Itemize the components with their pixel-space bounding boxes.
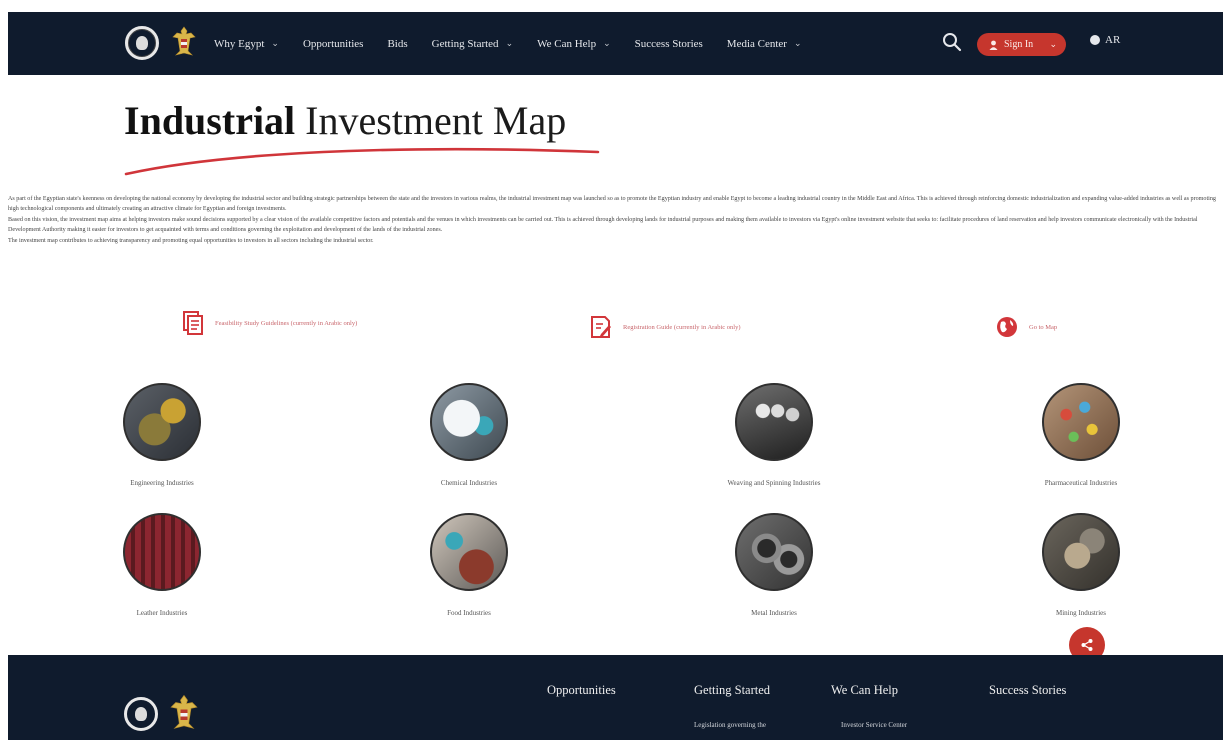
egypt-eagle-emblem-icon	[170, 694, 198, 729]
footer-link-legislation[interactable]: Legislation governing the	[694, 721, 766, 729]
category-label: Chemical Industries	[440, 479, 498, 487]
feasibility-guide-link[interactable]: Feasibility Study Guidelines (currently …	[181, 310, 391, 336]
engineering-industries-image	[123, 383, 201, 461]
category-label: Food Industries	[447, 609, 491, 617]
egypt-eagle-emblem-icon	[172, 26, 196, 56]
gafi-logo-icon	[124, 697, 158, 731]
nav-why-egypt[interactable]: Why Egypt ⌄	[214, 38, 279, 50]
chevron-down-icon: ⌄	[271, 38, 279, 48]
pharmaceutical-industries-image	[1042, 383, 1120, 461]
sign-in-label: Sign In	[1004, 39, 1034, 50]
nav-label: Bids	[387, 37, 408, 50]
chevron-down-icon: ⌄	[505, 38, 514, 48]
intro-paragraph: Based on this vision, the investment map…	[8, 216, 1198, 234]
footer-link-investor-service-center[interactable]: Investor Service Center	[841, 721, 907, 729]
main-navigation: Why Egypt ⌄ Opportunities Bids Getting St…	[214, 12, 826, 75]
globe-icon	[997, 317, 1017, 337]
nav-label: Opportunities	[302, 37, 364, 50]
top-nav-bar: Why Egypt ⌄ Opportunities Bids Getting St…	[8, 12, 1223, 75]
category-mining[interactable]: Mining Industries	[981, 513, 1181, 617]
search-icon[interactable]	[942, 32, 962, 52]
resource-links: Feasibility Study Guidelines (currently …	[0, 308, 1223, 348]
nav-media-center[interactable]: Media Center ⌄	[727, 38, 802, 50]
chemical-industries-image	[430, 383, 508, 461]
gafi-logo-icon[interactable]	[125, 26, 159, 60]
metal-industries-image	[735, 513, 813, 591]
category-leather[interactable]: Leather Industries	[62, 513, 262, 617]
chevron-down-icon: ⌄	[1049, 39, 1057, 49]
registration-guide-link[interactable]: Registration Guide (currently in Arabic …	[589, 314, 741, 340]
category-weaving[interactable]: Weaving and Spinning Industries	[674, 383, 874, 487]
category-label: Weaving and Spinning Industries	[727, 479, 821, 487]
category-label: Metal Industries	[751, 609, 797, 617]
nav-label: We Can Help	[537, 37, 597, 50]
share-icon	[1081, 639, 1093, 651]
page-title-bold: Industrial	[124, 98, 296, 143]
nav-label: Why Egypt	[214, 37, 265, 50]
link-label: Go to Map	[1029, 323, 1058, 331]
link-label: Registration Guide (currently in Arabic …	[623, 323, 741, 331]
nav-label: Success Stories	[634, 37, 703, 50]
go-to-map-link[interactable]: Go to Map	[995, 314, 1057, 340]
category-label: Leather Industries	[136, 609, 188, 617]
weaving-spinning-industries-image	[735, 383, 813, 461]
title-underline-decoration	[124, 147, 600, 176]
intro-paragraph: The investment map contributes to achiev…	[8, 237, 374, 244]
edit-document-icon	[591, 316, 611, 338]
food-industries-image	[430, 513, 508, 591]
footer-heading-we-can-help[interactable]: We Can Help	[831, 683, 898, 698]
intro-text: As part of the Egyptian state's keenness…	[8, 194, 1223, 246]
footer-heading-getting-started[interactable]: Getting Started	[694, 683, 770, 698]
footer-heading-opportunities[interactable]: Opportunities	[547, 683, 616, 698]
category-chemical[interactable]: Chemical Industries	[369, 383, 569, 487]
leather-industries-image	[123, 513, 201, 591]
category-metal[interactable]: Metal Industries	[674, 513, 874, 617]
category-label: Pharmaceutical Industries	[1044, 479, 1118, 487]
page-title: Industrial Investment Map	[124, 97, 566, 145]
nav-we-can-help[interactable]: We Can Help ⌄	[537, 38, 611, 50]
chevron-down-icon: ⌄	[603, 38, 611, 48]
nav-success-stories[interactable]: Success Stories	[635, 38, 703, 50]
category-engineering[interactable]: Engineering Industries	[62, 383, 262, 487]
language-label: AR	[1105, 34, 1121, 46]
nav-bids[interactable]: Bids	[387, 38, 407, 50]
page-title-light: Investment Map	[305, 98, 567, 143]
nav-opportunities[interactable]: Opportunities	[303, 38, 364, 50]
category-label: Mining Industries	[1056, 609, 1106, 617]
footer-heading-success-stories[interactable]: Success Stories	[989, 683, 1066, 698]
category-pharmaceutical[interactable]: Pharmaceutical Industries	[981, 383, 1181, 487]
globe-icon	[1090, 35, 1100, 45]
category-food[interactable]: Food Industries	[369, 513, 569, 617]
sign-in-button[interactable]: Sign In ⌄	[977, 33, 1066, 56]
site-footer: Opportunities Getting Started We Can Hel…	[8, 655, 1223, 740]
mining-industries-image	[1042, 513, 1120, 591]
document-icon	[183, 311, 203, 335]
language-switch[interactable]: AR	[1090, 34, 1120, 46]
user-icon	[989, 40, 998, 50]
intro-paragraph: As part of the Egyptian state's keenness…	[8, 196, 1216, 213]
category-label: Engineering Industries	[130, 479, 194, 487]
chevron-down-icon: ⌄	[793, 38, 802, 48]
link-label: Feasibility Study Guidelines (currently …	[215, 319, 358, 327]
nav-label: Media Center	[726, 37, 787, 50]
nav-label: Getting Started	[431, 37, 499, 50]
nav-getting-started[interactable]: Getting Started ⌄	[432, 38, 513, 50]
